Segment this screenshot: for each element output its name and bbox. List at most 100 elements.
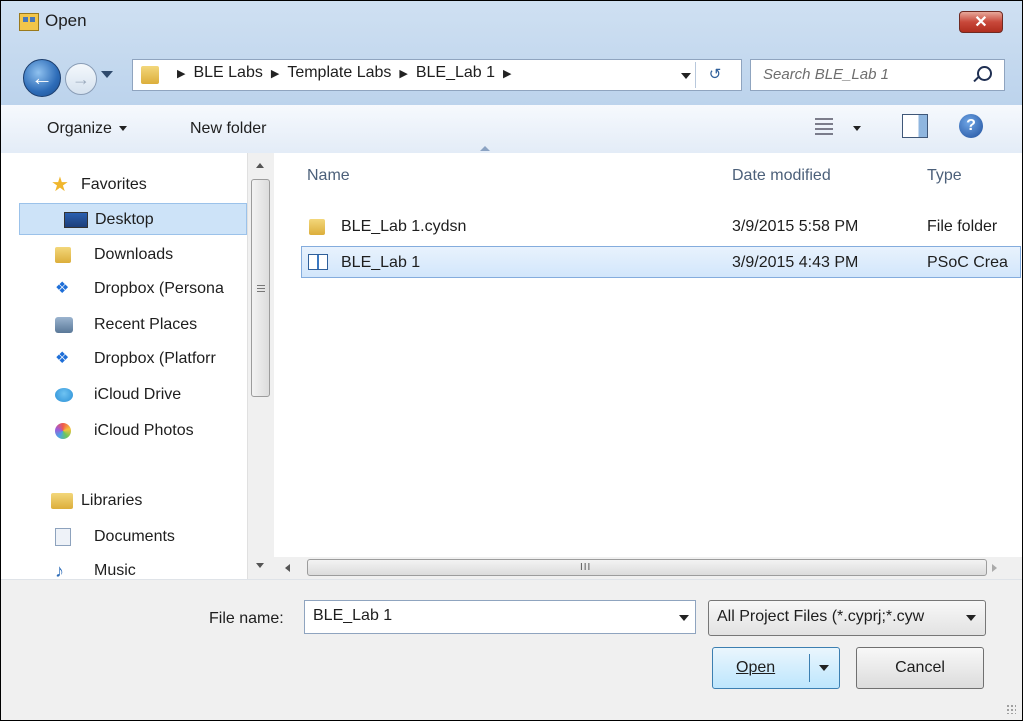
recent-locations-dropdown-icon[interactable] [101,71,113,78]
project-file-icon [308,254,328,270]
forward-button[interactable]: → [65,63,97,95]
sidebar-item-label: Libraries [81,492,143,509]
organize-label: Organize [47,120,112,137]
chevron-right-icon[interactable]: ▶ [399,67,407,80]
scroll-right-icon[interactable] [992,564,997,572]
sidebar-item-documents[interactable]: Documents [1,521,247,553]
search-icon[interactable] [977,66,992,81]
scrollbar-thumb[interactable] [251,179,270,397]
refresh-button[interactable]: ↺ [695,62,734,88]
navigation-scrollbar[interactable] [247,153,274,579]
breadcrumb-item[interactable]: BLE_Lab 1 [416,64,495,82]
file-name-cell: BLE_Lab 1.cydsn [341,218,467,235]
sidebar-item-label: Recent Places [94,316,198,333]
breadcrumb-item[interactable]: BLE Labs [193,64,262,82]
sort-ascending-icon [480,146,490,151]
split-divider [809,654,810,682]
chevron-down-icon[interactable] [679,615,689,621]
chevron-right-icon[interactable]: ▶ [503,67,511,80]
desktop-icon [64,212,88,228]
music-icon: ♪ [55,561,64,581]
icloud-drive-icon [55,388,73,402]
column-header-type[interactable]: Type [927,167,962,185]
grip-icon: III [580,562,592,573]
dropbox-icon: ❖ [55,350,70,367]
sidebar-item-dropbox-personal[interactable]: ❖ Dropbox (Persona [1,273,247,305]
scrollbar-thumb[interactable]: III [307,559,987,576]
file-name-value[interactable]: BLE_Lab 1 [313,607,392,625]
app-icon [19,13,39,31]
libraries-icon [51,493,73,509]
sidebar-item-downloads[interactable]: Downloads [1,239,247,271]
search-input[interactable]: Search BLE_Lab 1 [763,66,889,83]
sidebar-item-label: Favorites [81,176,147,193]
sidebar-item-icloud-drive[interactable]: iCloud Drive [1,379,247,411]
recent-places-icon [55,317,73,333]
open-dialog: Open ✕ ← → ▶ BLE Labs ▶ Template Labs ▶ … [0,0,1023,721]
open-button[interactable]: Open [712,647,840,689]
title-bar[interactable]: Open ✕ [1,1,1022,43]
date-modified-cell: 3/9/2015 4:43 PM [732,254,859,271]
cancel-button[interactable]: Cancel [856,647,984,689]
scroll-down-icon[interactable] [256,563,264,568]
forward-arrow-icon: → [72,69,90,89]
address-dropdown-icon[interactable] [681,73,691,79]
chevron-down-icon [966,615,976,621]
sidebar-item-dropbox-platform[interactable]: ❖ Dropbox (Platforr [1,343,247,375]
breadcrumb: ▶ BLE Labs ▶ Template Labs ▶ BLE_Lab 1 ▶ [169,64,520,82]
back-button[interactable]: ← [23,59,61,97]
sidebar-item-label: Desktop [95,211,154,228]
file-name-field[interactable]: BLE_Lab 1 [304,600,696,634]
chevron-down-icon [118,126,127,132]
organize-button[interactable]: Organize [47,120,127,138]
sidebar-item-icloud-photos[interactable]: iCloud Photos [1,415,247,447]
table-row[interactable]: BLE_Lab 1 3/9/2015 4:43 PM PSoC Crea [301,246,1021,278]
sidebar-item-favorites[interactable]: ★ Favorites [1,169,247,201]
dropbox-icon: ❖ [55,280,70,297]
close-button[interactable]: ✕ [959,11,1003,33]
table-row[interactable]: BLE_Lab 1.cydsn 3/9/2015 5:58 PM File fo… [301,211,1021,243]
file-type-value: All Project Files (*.cyprj;*.cyw [717,608,925,625]
sidebar-item-desktop[interactable]: Desktop [19,203,247,235]
file-name-cell: BLE_Lab 1 [341,254,421,271]
grip-icon [257,285,265,293]
sidebar-item-label: Dropbox (Persona [94,280,224,297]
sidebar-item-label: Documents [94,528,175,545]
sidebar-item-libraries[interactable]: Libraries [1,485,247,517]
date-modified-cell: 3/9/2015 5:58 PM [732,218,859,235]
file-type-filter[interactable]: All Project Files (*.cyprj;*.cyw [708,600,986,636]
resize-grip-icon[interactable] [1006,704,1016,714]
refresh-icon: ↺ [708,66,722,83]
help-icon[interactable]: ? [959,114,983,138]
address-bar[interactable]: ▶ BLE Labs ▶ Template Labs ▶ BLE_Lab 1 ▶… [132,59,742,91]
sidebar-item-recent-places[interactable]: Recent Places [1,309,247,341]
type-cell: File folder [927,218,998,235]
sidebar-item-label: iCloud Drive [94,386,182,403]
breadcrumb-item[interactable]: Template Labs [287,64,391,82]
close-icon: ✕ [974,14,988,31]
open-options-dropdown-icon[interactable] [819,665,829,671]
downloads-icon [55,247,71,263]
change-view-icon[interactable] [815,118,833,136]
file-name-label: File name: [209,610,284,627]
search-box[interactable]: Search BLE_Lab 1 [750,59,1005,91]
bottom-panel: File name: BLE_Lab 1 All Project Files (… [1,579,1022,720]
column-header-name[interactable]: Name [307,167,350,185]
folder-icon [309,219,325,235]
file-list-scrollbar[interactable]: III [274,557,1022,579]
preview-pane-icon[interactable] [902,114,928,138]
view-options-dropdown-icon[interactable] [853,126,861,131]
new-folder-button[interactable]: New folder [190,120,266,138]
sidebar-item-label: iCloud Photos [94,422,194,439]
type-cell: PSoC Crea [927,254,1008,271]
folder-icon [141,66,159,84]
sidebar-item-label: Dropbox (Platforr [94,350,216,367]
chevron-right-icon[interactable]: ▶ [177,67,185,80]
scroll-up-icon[interactable] [256,163,264,168]
chevron-right-icon[interactable]: ▶ [271,67,279,80]
back-arrow-icon: ← [31,65,53,90]
column-header-date-modified[interactable]: Date modified [732,167,831,185]
scroll-left-icon[interactable] [285,564,290,572]
icloud-photos-icon [55,423,71,439]
sidebar-item-label: Downloads [94,246,174,263]
